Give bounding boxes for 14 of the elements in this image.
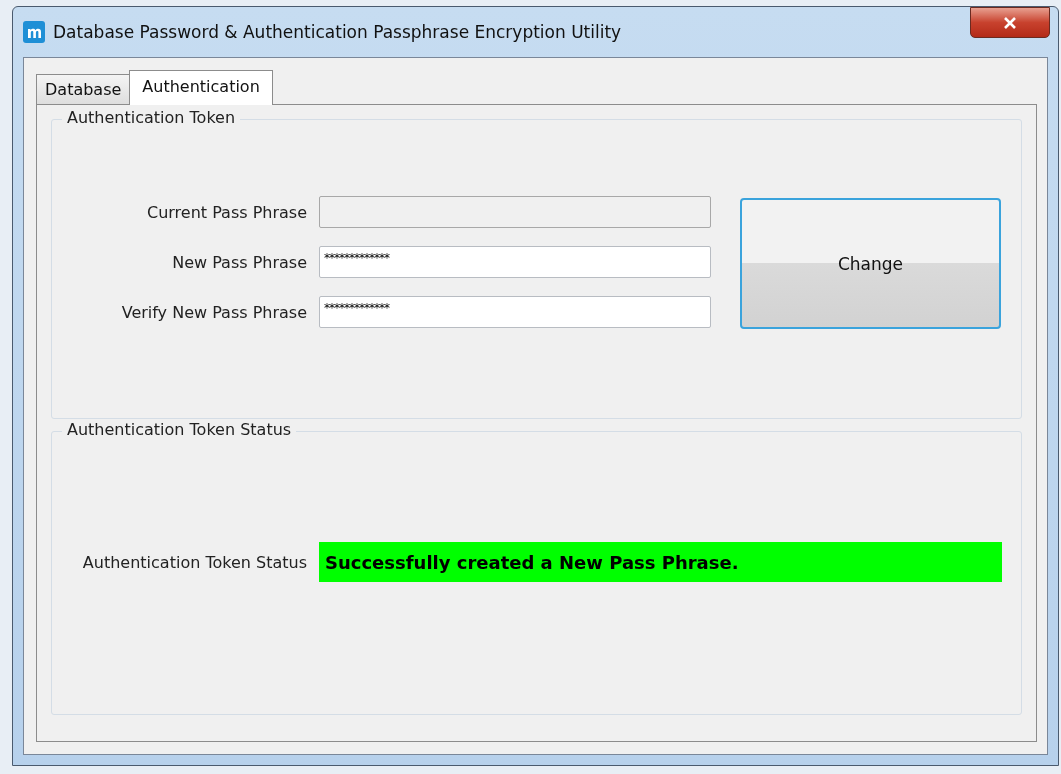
change-button[interactable]: Change bbox=[740, 198, 1001, 329]
status-message: Successfully created a New Pass Phrase. bbox=[319, 542, 1002, 582]
field-label: Verify New Pass Phrase bbox=[120, 302, 307, 322]
status-label: Authentication Token Status bbox=[81, 552, 307, 572]
close-icon bbox=[1003, 16, 1017, 29]
tab[interactable]: Database bbox=[36, 74, 131, 104]
password-field[interactable]: ************* bbox=[319, 246, 711, 278]
password-field[interactable]: ************* bbox=[319, 296, 711, 328]
app-logo-icon bbox=[23, 21, 45, 43]
field-label: New Pass Phrase bbox=[171, 252, 307, 272]
close-button[interactable] bbox=[970, 7, 1050, 38]
tab[interactable]: Authentication bbox=[129, 70, 273, 105]
field-label: Current Pass Phrase bbox=[145, 202, 307, 222]
window-title: Database Password & Authentication Passphrase Encryption Utility bbox=[53, 22, 622, 42]
